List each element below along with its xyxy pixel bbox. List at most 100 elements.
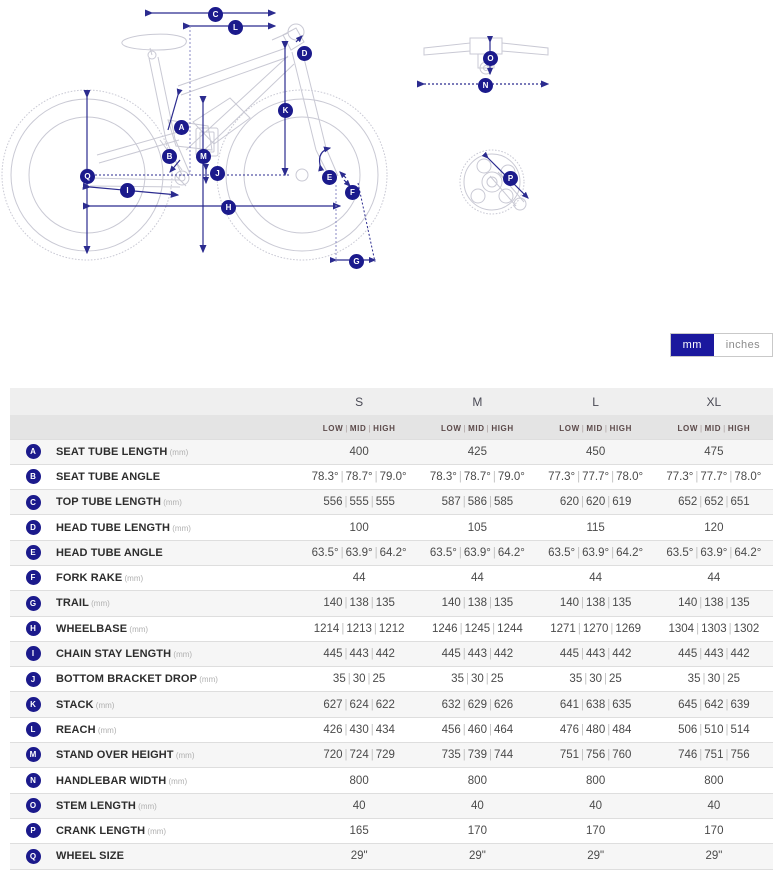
row-badge-f: F — [10, 564, 56, 591]
value: 450 — [586, 445, 606, 458]
value: 1303 — [701, 622, 727, 635]
cell-j-s: 35 | 30 | 25 — [300, 666, 419, 692]
cell-e-l: 63.5° | 63.9° | 64.2° — [536, 539, 655, 566]
cell-a-s: 400 — [300, 438, 419, 465]
value: 800 — [704, 774, 724, 787]
value: 140 — [559, 597, 580, 610]
row-label-unit: (mm) — [95, 725, 117, 735]
value: 78.7° — [463, 470, 491, 483]
cell-b-s: 78.3° | 78.7° | 79.0° — [300, 463, 419, 490]
value: 25 — [372, 673, 386, 686]
value: 35 — [332, 673, 346, 686]
value: 78.0° — [616, 470, 644, 483]
value: 29" — [587, 850, 605, 863]
row-label: CRANK LENGTH (mm) — [56, 817, 300, 844]
header-spacer-badge — [10, 388, 56, 415]
cell-k-s: 627 | 624 | 622 — [300, 691, 419, 718]
value: 442 — [375, 648, 395, 661]
value: 1244 — [497, 622, 523, 635]
row-label-text: FORK RAKE — [56, 572, 123, 585]
badge-letter: A — [25, 443, 41, 459]
table-row: F FORK RAKE (mm) 44 44 44 44 — [10, 564, 773, 591]
badge-letter: I — [25, 646, 41, 662]
value: 1271 — [550, 622, 576, 635]
units-inches-button[interactable]: inches — [713, 334, 772, 356]
value: 1245 — [464, 622, 491, 635]
row-badge-h: H — [10, 615, 56, 642]
cell-m-m: 735 | 739 | 744 — [418, 742, 537, 768]
table-row: N HANDLEBAR WIDTH (mm) 800 800 800 800 — [10, 767, 773, 794]
geometry-diagram: C L D K A B M J Q I H E F G O N P — [0, 0, 783, 300]
value: 800 — [349, 774, 369, 787]
value: 800 — [586, 774, 606, 787]
value: 64.2° — [497, 546, 525, 559]
table-row: B SEAT TUBE ANGLE 78.3° | 78.7° | 79.0° 78.3° | 7… — [10, 463, 773, 490]
value: 652 — [678, 496, 698, 509]
value: 35 — [451, 673, 464, 686]
value: 44 — [589, 572, 603, 585]
row-label-text: TOP TUBE LENGTH — [56, 496, 161, 509]
cell-f-s: 44 — [300, 564, 419, 591]
badge-letter: J — [25, 671, 41, 687]
cell-a-m: 425 — [418, 438, 537, 465]
value: 29" — [705, 850, 723, 863]
bike-side-view-outline — [1, 23, 388, 261]
table-row: Q WHEEL SIZE 29" 29" 29" 29" — [10, 843, 773, 870]
value: 78.0° — [734, 470, 762, 483]
value: 425 — [467, 445, 487, 458]
value: 35 — [569, 673, 583, 686]
units-mm-button[interactable]: mm — [670, 334, 714, 356]
value: 64.2° — [734, 546, 762, 559]
row-label-unit: (mm) — [161, 498, 182, 508]
value: 460 — [467, 723, 487, 736]
badge-letter: M — [25, 747, 41, 763]
row-label: WHEEL SIZE — [56, 843, 300, 870]
cell-l-l: 476 | 480 | 484 — [536, 716, 655, 743]
row-label-unit: (mm) — [167, 447, 189, 457]
value: 1304 — [668, 622, 695, 635]
value: 585 — [493, 496, 514, 509]
units-toggle[interactable]: mm inches — [669, 333, 773, 357]
row-label-text: HEAD TUBE LENGTH — [56, 521, 171, 534]
row-badge-l: L — [10, 716, 56, 743]
cell-e-xl: 63.5° | 63.9° | 64.2° — [654, 539, 773, 566]
diagram-callout-G: G — [349, 253, 364, 271]
table-row: D HEAD TUBE LENGTH (mm) 100 105 115 120 — [10, 514, 773, 541]
cell-j-l: 35 | 30 | 25 — [536, 666, 655, 692]
value: 484 — [612, 723, 632, 736]
value: 506 — [678, 723, 698, 736]
value: 756 — [586, 749, 606, 762]
value: 30 — [589, 673, 603, 686]
row-label-text: WHEEL SIZE — [56, 850, 125, 863]
value: 63.9° — [700, 546, 728, 559]
value: 44 — [470, 572, 484, 585]
cell-n-s: 800 — [300, 767, 419, 794]
cell-e-m: 63.5° | 63.9° | 64.2° — [418, 539, 537, 566]
value: 442 — [493, 648, 514, 661]
value: 751 — [704, 749, 724, 762]
cell-c-xl: 652 | 652 | 651 — [654, 489, 773, 515]
value: 40 — [707, 799, 721, 812]
value: 78.3° — [311, 470, 339, 483]
row-label-text: CHAIN STAY LENGTH — [56, 648, 172, 661]
cell-g-s: 140 | 138 | 135 — [300, 590, 419, 617]
value: 443 — [467, 648, 487, 661]
badge-letter: P — [25, 823, 41, 839]
value: 120 — [704, 521, 724, 534]
value: 729 — [375, 749, 395, 762]
diagram-callout-H: H — [221, 199, 236, 217]
cell-i-l: 445 | 443 | 442 — [536, 640, 655, 667]
row-label: CHAIN STAY LENGTH (mm) — [56, 640, 300, 667]
diagram-callout-M: M — [196, 148, 211, 166]
badge-letter: G — [25, 595, 41, 611]
value: 510 — [704, 723, 724, 736]
value: 443 — [586, 648, 606, 661]
row-label-text: HEAD TUBE ANGLE — [56, 546, 163, 559]
value: 751 — [559, 749, 580, 762]
row-badge-k: K — [10, 691, 56, 718]
variant-header-xl: LOW | MID | HIGH — [677, 423, 751, 433]
value: 555 — [375, 496, 395, 509]
row-label: FORK RAKE (mm) — [56, 564, 300, 591]
row-label: HANDLEBAR WIDTH (mm) — [56, 767, 300, 794]
cell-b-m: 78.3° | 78.7° | 79.0° — [418, 463, 537, 490]
